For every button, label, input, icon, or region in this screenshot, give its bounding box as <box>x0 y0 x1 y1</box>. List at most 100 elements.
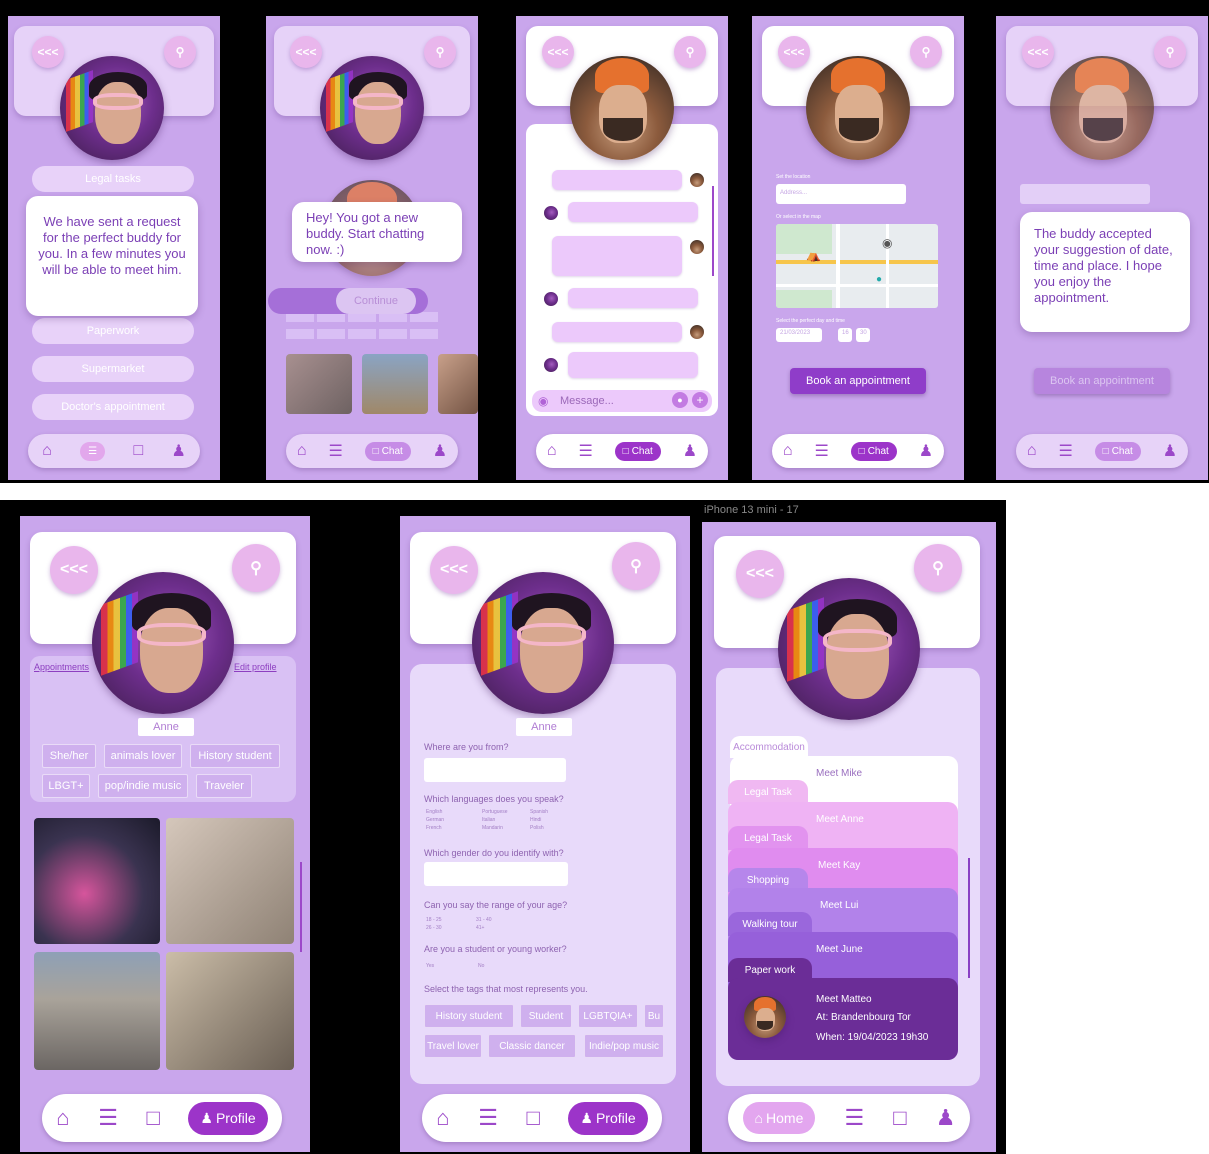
gallery-photo[interactable] <box>286 354 352 414</box>
task-pill[interactable]: Paperwork <box>32 318 194 344</box>
language-option[interactable]: English German French <box>426 808 444 832</box>
search-button[interactable]: ⚲ <box>424 36 456 68</box>
chat-icon[interactable]: □ <box>133 442 143 460</box>
search-button[interactable]: ⚲ <box>612 542 660 590</box>
scrollbar[interactable] <box>968 858 970 978</box>
profile-icon[interactable]: ♟ <box>171 441 185 461</box>
date-field[interactable]: 21/03/2023 <box>776 328 822 342</box>
back-button[interactable]: <<< <box>430 546 478 594</box>
tab-legal-task[interactable]: Legal Task <box>728 780 808 804</box>
tag-option[interactable]: Classic dancer <box>488 1034 576 1058</box>
tasks-icon[interactable]: ☰ <box>844 1105 864 1131</box>
chat-icon[interactable]: □ <box>147 1105 160 1131</box>
home-icon[interactable]: ⌂ <box>1027 442 1037 460</box>
student-option[interactable]: Yes <box>426 962 434 970</box>
gender-field[interactable] <box>424 862 568 886</box>
scrollbar[interactable] <box>300 862 302 952</box>
profile-icon[interactable]: ♟ <box>919 441 933 461</box>
nav-profile-active[interactable]: ♟ Profile <box>188 1101 268 1135</box>
search-button[interactable]: ⚲ <box>164 36 196 68</box>
gallery-photo[interactable] <box>34 818 160 944</box>
home-icon[interactable]: ⌂ <box>547 442 557 460</box>
location-icon[interactable]: ● <box>672 392 688 408</box>
tag-option[interactable]: Indie/pop music <box>584 1034 664 1058</box>
back-button[interactable]: <<< <box>778 36 810 68</box>
task-pill[interactable]: Supermarket <box>32 356 194 382</box>
tag-option[interactable]: LGBTQIA+ <box>578 1004 638 1028</box>
back-button[interactable]: <<< <box>736 550 784 598</box>
tasks-icon[interactable]: ☰ <box>1058 441 1072 461</box>
home-icon[interactable]: ⌂ <box>783 442 793 460</box>
nav-chat-active[interactable]: □ Chat <box>364 441 411 461</box>
gallery-photo[interactable] <box>166 952 294 1070</box>
tasks-icon[interactable]: ☰ <box>328 441 342 461</box>
camera-icon[interactable]: ◉ <box>538 394 548 408</box>
profile-tag[interactable]: LBGT+ <box>42 774 90 798</box>
search-button[interactable]: ⚲ <box>232 544 280 592</box>
age-option[interactable]: 31 - 40 41+ <box>476 916 492 932</box>
tasks-icon[interactable]: ☰ <box>578 441 592 461</box>
back-button[interactable]: <<< <box>32 36 64 68</box>
minute-field[interactable]: 30 <box>856 328 870 342</box>
scrollbar[interactable] <box>712 186 714 276</box>
language-option[interactable]: Portuguese Italian Mandarin <box>482 808 508 832</box>
tab-legal-task[interactable]: Legal Task <box>728 826 808 850</box>
chat-icon[interactable]: □ <box>527 1105 540 1131</box>
task-pill[interactable]: Doctor's appointment <box>32 394 194 420</box>
back-button[interactable]: <<< <box>290 36 322 68</box>
continue-button[interactable]: Continue <box>336 288 416 314</box>
nav-chat-active[interactable]: □ Chat <box>850 441 897 461</box>
tasks-icon[interactable]: ☰ <box>814 441 828 461</box>
profile-tag[interactable]: History student <box>190 744 280 768</box>
hour-field[interactable]: 16 <box>838 328 852 342</box>
book-appointment-button[interactable]: Book an appointment <box>1034 368 1170 394</box>
student-option[interactable]: No <box>478 962 484 970</box>
nav-chat-active[interactable]: □ Chat <box>1094 441 1141 461</box>
search-button[interactable]: ⚲ <box>914 544 962 592</box>
tag-option[interactable]: Student <box>520 1004 572 1028</box>
home-icon[interactable]: ⌂ <box>297 442 307 460</box>
nav-tasks-active[interactable]: ☰ <box>80 441 106 461</box>
language-option[interactable]: Spanish Hindi Polish <box>530 808 548 832</box>
tab-accommodation[interactable]: Accommodation <box>730 736 808 758</box>
from-field[interactable] <box>424 758 566 782</box>
back-button[interactable]: <<< <box>542 36 574 68</box>
home-icon[interactable]: ⌂ <box>436 1105 449 1131</box>
home-icon[interactable]: ⌂ <box>56 1105 69 1131</box>
back-button[interactable]: <<< <box>1022 36 1054 68</box>
search-button[interactable]: ⚲ <box>1154 36 1186 68</box>
tag-option[interactable]: History student <box>424 1004 514 1028</box>
nav-home-active[interactable]: ⌂ Home <box>742 1102 816 1134</box>
profile-tag[interactable]: animals lover <box>104 744 182 768</box>
chat-icon[interactable]: □ <box>893 1105 906 1131</box>
tag-option[interactable]: Bu <box>644 1004 664 1028</box>
search-button[interactable]: ⚲ <box>674 36 706 68</box>
book-appointment-button[interactable]: Book an appointment <box>790 368 926 394</box>
tasks-icon[interactable]: ☰ <box>98 1105 118 1131</box>
gallery-photo[interactable] <box>362 354 428 414</box>
nav-profile-active[interactable]: ♟ Profile <box>568 1101 648 1135</box>
edit-profile-link[interactable]: Edit profile <box>234 662 277 672</box>
address-field[interactable]: Address... <box>776 184 906 204</box>
profile-icon[interactable]: ♟ <box>936 1105 956 1131</box>
tag-option[interactable]: Travel lover <box>424 1034 482 1058</box>
location-map[interactable]: ⛺ ◉ ● <box>776 224 938 308</box>
profile-tag[interactable]: She/her <box>42 744 96 768</box>
nav-chat-active[interactable]: □ Chat <box>614 441 661 461</box>
profile-icon[interactable]: ♟ <box>1163 441 1177 461</box>
gallery-photo[interactable] <box>166 818 294 944</box>
appointments-link[interactable]: Appointments <box>34 662 89 672</box>
age-option[interactable]: 18 - 25 26 - 30 <box>426 916 442 932</box>
back-button[interactable]: <<< <box>50 546 98 594</box>
gallery-photo[interactable] <box>438 354 478 414</box>
task-pill[interactable]: Legal tasks <box>32 166 194 192</box>
tasks-icon[interactable]: ☰ <box>478 1105 498 1131</box>
gallery-photo[interactable] <box>34 952 160 1070</box>
profile-tag[interactable]: pop/indie music <box>98 774 188 798</box>
add-icon[interactable]: + <box>692 392 708 408</box>
search-button[interactable]: ⚲ <box>910 36 942 68</box>
profile-tag[interactable]: Traveler <box>196 774 252 798</box>
profile-icon[interactable]: ♟ <box>683 441 697 461</box>
home-icon[interactable]: ⌂ <box>42 442 52 460</box>
profile-icon[interactable]: ♟ <box>433 441 447 461</box>
